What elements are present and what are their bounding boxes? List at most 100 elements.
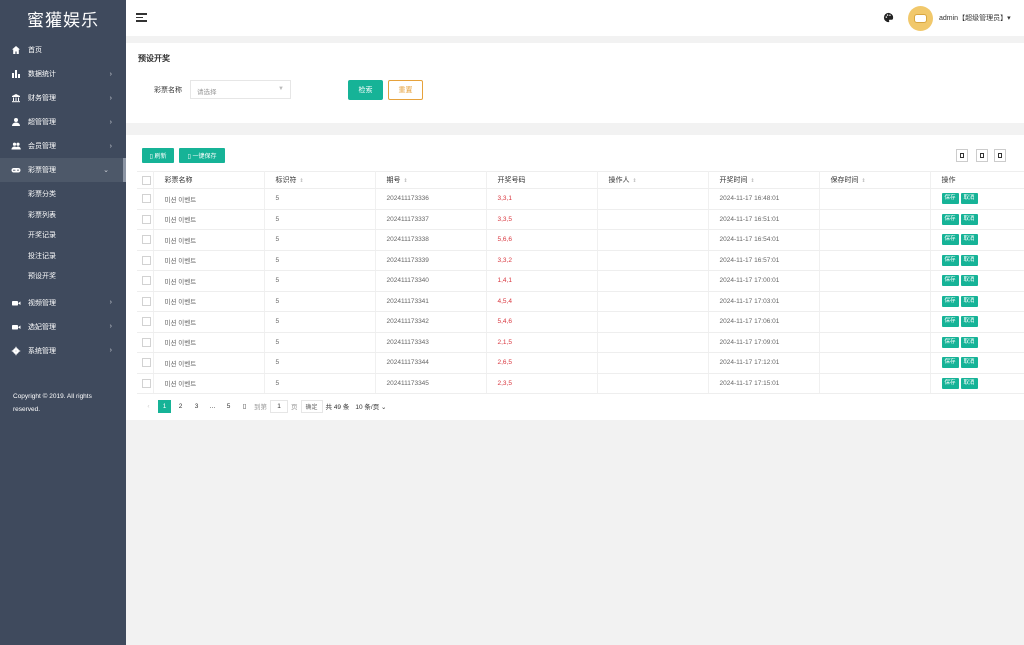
export-icon[interactable] [976, 149, 988, 162]
column-header[interactable]: 开奖时间 ⇕ [708, 171, 820, 189]
row-checkbox[interactable] [142, 255, 151, 265]
row-select-cell[interactable] [137, 311, 154, 333]
save-button[interactable]: 保存 [941, 336, 959, 348]
sidebar-subitem[interactable]: 彩票分类 [0, 184, 126, 205]
sidebar-subitem[interactable]: 彩票列表 [0, 205, 126, 226]
row-checkbox[interactable] [142, 194, 151, 204]
page-button[interactable]: 3 [190, 400, 203, 413]
column-header[interactable]: 期号 ⇕ [375, 171, 487, 189]
search-button[interactable]: 检索 [348, 80, 383, 100]
row-select-cell[interactable] [137, 208, 154, 230]
save-button[interactable]: 保存 [941, 254, 959, 266]
row-select-cell[interactable] [137, 270, 154, 292]
cancel-button[interactable]: 取消 [960, 254, 978, 266]
cancel-button[interactable]: 取消 [960, 336, 978, 348]
sidebar-subitem[interactable]: 预设开奖 [0, 266, 126, 287]
row-select-cell[interactable] [137, 188, 154, 210]
save-button[interactable]: 保存 [941, 377, 959, 389]
cell-name: 미션 이벤트 [153, 249, 265, 271]
users-icon [11, 141, 21, 151]
row-checkbox[interactable] [142, 358, 151, 368]
cancel-button[interactable]: 取消 [960, 377, 978, 389]
column-header[interactable]: 标识符 ⇕ [264, 171, 376, 189]
sidebar-item-label: 视频管理 [28, 299, 56, 307]
sort-icon[interactable]: ⇕ [404, 178, 408, 184]
sidebar-item[interactable]: 彩票管理 ⌄ [0, 158, 126, 182]
prev-page-button[interactable]: ‹ [142, 400, 155, 413]
sort-icon[interactable]: ⇕ [751, 178, 755, 184]
save-button[interactable]: 保存 [941, 234, 959, 246]
lottery-name-select[interactable]: 请选择 ▼ [190, 80, 291, 99]
cancel-button[interactable]: 取消 [960, 357, 978, 369]
sidebar-item[interactable]: 选妃管理 › [0, 315, 126, 339]
row-checkbox[interactable] [142, 317, 151, 327]
sidebar-subitem[interactable]: 投注记录 [0, 246, 126, 267]
page-button[interactable]: 2 [174, 400, 187, 413]
cancel-button[interactable]: 取消 [960, 316, 978, 328]
row-select-cell[interactable] [137, 290, 154, 312]
row-checkbox[interactable] [142, 337, 151, 347]
avatar[interactable] [908, 6, 933, 31]
sidebar-item[interactable]: 首页 [0, 38, 126, 62]
save-all-button[interactable]: ▯ 一键保存 [179, 148, 225, 163]
page-button[interactable]: 1 [158, 399, 171, 413]
sort-icon[interactable]: ⇕ [300, 178, 304, 184]
sort-icon[interactable]: ⇕ [862, 178, 866, 184]
sidebar-item[interactable]: 系统管理 › [0, 339, 126, 363]
save-button[interactable]: 保存 [941, 275, 959, 287]
row-checkbox[interactable] [142, 296, 151, 306]
column-header: 操作 [930, 171, 1024, 189]
sidebar-item[interactable]: 财务管理 › [0, 86, 126, 110]
row-checkbox[interactable] [142, 214, 151, 224]
cancel-button[interactable]: 取消 [960, 275, 978, 287]
sidebar-item[interactable]: 会员管理 › [0, 134, 126, 158]
cancel-button[interactable]: 取消 [960, 213, 978, 225]
search-panel: 预设开奖 彩票名称 请选择 ▼ 检索 重置 [126, 43, 1024, 123]
save-button[interactable]: 保存 [941, 193, 959, 205]
table-row: 미션 이벤트 5 202411173339 3,3,2 2024-11-17 16:57… [137, 249, 1024, 271]
row-checkbox[interactable] [142, 378, 151, 388]
cell-actions: 保存 取消 [930, 352, 1024, 374]
sidebar-item[interactable]: 视频管理 › [0, 291, 126, 315]
cancel-button[interactable]: 取消 [960, 193, 978, 205]
sort-icon[interactable]: ⇕ [633, 178, 637, 184]
page-number-input[interactable]: 1 [270, 399, 288, 413]
print-icon[interactable] [994, 149, 1006, 162]
sidebar-subitem[interactable]: 开奖记录 [0, 225, 126, 246]
save-button[interactable]: 保存 [941, 295, 959, 307]
sidebar-item[interactable]: 超管管理 › [0, 110, 126, 134]
refresh-button[interactable]: ▯ 刷新 [142, 148, 174, 163]
page-button[interactable]: 5 [222, 400, 235, 413]
row-select-cell[interactable] [137, 249, 154, 271]
cancel-button[interactable]: 取消 [960, 295, 978, 307]
goto-confirm-button[interactable]: 确定 [300, 399, 323, 413]
row-select-cell[interactable] [137, 229, 154, 251]
column-header[interactable]: 操作人 ⇕ [597, 171, 709, 189]
cell-issue: 202411173339 [375, 249, 487, 271]
page-size-select[interactable]: 10 条/页 ⌄ [352, 400, 389, 413]
save-button[interactable]: 保存 [941, 213, 959, 225]
sidebar-item[interactable]: 数据统计 › [0, 62, 126, 86]
cell-issue: 202411173344 [375, 352, 487, 374]
row-select-cell[interactable] [137, 331, 154, 353]
gear-icon [11, 346, 21, 356]
user-menu[interactable]: admin【超级管理员】▾ [939, 13, 1011, 23]
chevron-right-icon: › [109, 94, 112, 102]
cell-key: 5 [264, 311, 376, 333]
select-all-checkbox[interactable] [142, 175, 151, 185]
select-all-cell[interactable] [137, 171, 154, 189]
lottery-name-label: 彩票名称 [154, 87, 182, 94]
columns-filter-icon[interactable] [956, 149, 968, 162]
next-page-button[interactable]: ▯ [238, 400, 251, 413]
save-button[interactable]: 保存 [941, 316, 959, 328]
row-select-cell[interactable] [137, 352, 154, 374]
save-button[interactable]: 保存 [941, 357, 959, 369]
row-select-cell[interactable] [137, 372, 154, 394]
palette-icon[interactable] [883, 12, 894, 23]
row-checkbox[interactable] [142, 235, 151, 245]
menu-toggle-icon[interactable] [136, 13, 147, 22]
cancel-button[interactable]: 取消 [960, 234, 978, 246]
row-checkbox[interactable] [142, 276, 151, 286]
reset-button[interactable]: 重置 [388, 80, 423, 100]
column-header[interactable]: 保存时间 ⇕ [819, 171, 931, 189]
